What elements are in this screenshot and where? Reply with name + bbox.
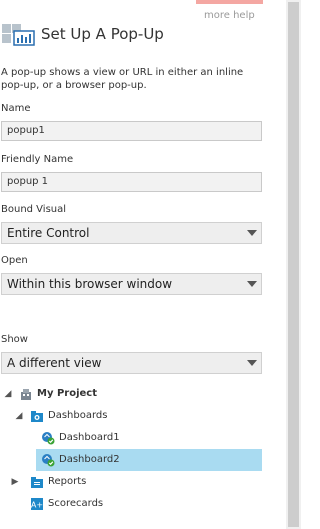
open-select[interactable]: Within this browser window [1,273,262,295]
name-field[interactable]: popup1 [1,121,262,141]
expanded-caret-icon[interactable]: ◢ [3,383,13,405]
collapsed-caret-icon[interactable]: ▶ [10,471,20,493]
name-label: Name [1,103,31,114]
chevron-down-icon [247,360,257,366]
folder-icon [31,411,43,422]
expanded-caret-icon[interactable]: ◢ [14,405,24,427]
tree-label-dashboards: Dashboards [48,410,108,421]
tree-item-scorecards[interactable]: A+ Scorecards [0,493,262,515]
tree-item-dashboards[interactable]: ◢ Dashboards [0,405,262,427]
tree-label-dashboard2: Dashboard2 [59,454,120,465]
vertical-scrollbar[interactable] [286,0,301,529]
chevron-down-icon [247,281,257,287]
friendly-name-label: Friendly Name [1,154,74,165]
project-building-icon [21,389,31,400]
friendly-name-field[interactable]: popup 1 [1,172,262,192]
folder-icon [31,477,43,488]
dashboard-check-icon [42,454,55,467]
dashboard-check-icon [42,432,55,445]
svg-text:A+: A+ [31,501,43,510]
show-value: A different view [7,356,102,370]
tree-item-dashboard2[interactable]: Dashboard2 [36,449,262,471]
tree-item-reports[interactable]: ▶ Reports [0,471,262,493]
top-accent-bar [196,0,263,4]
tree-label-scorecards: Scorecards [48,498,104,509]
chevron-down-icon [247,230,257,236]
scrollbar-thumb[interactable] [288,2,299,527]
bound-visual-select[interactable]: Entire Control [1,222,262,244]
popup-setup-icon [2,24,35,46]
description-text: A pop-up shows a view or URL in either a… [1,67,244,91]
more-help-link[interactable]: more help [204,10,255,21]
tree-item-project[interactable]: ◢ My Project [0,383,262,405]
page-title: Set Up A Pop-Up [41,25,164,43]
open-label: Open [1,255,28,266]
tree-item-dashboard1[interactable]: Dashboard1 [0,427,262,449]
scorecard-icon: A+ [31,498,43,510]
tree-label-dashboard1: Dashboard1 [59,432,120,443]
open-value: Within this browser window [7,277,173,291]
show-label: Show [1,334,28,345]
bound-visual-value: Entire Control [7,226,90,240]
bound-visual-label: Bound Visual [1,204,67,215]
tree-label-reports: Reports [48,476,87,487]
show-select[interactable]: A different view [1,352,262,374]
tree-label-project: My Project [37,388,97,399]
